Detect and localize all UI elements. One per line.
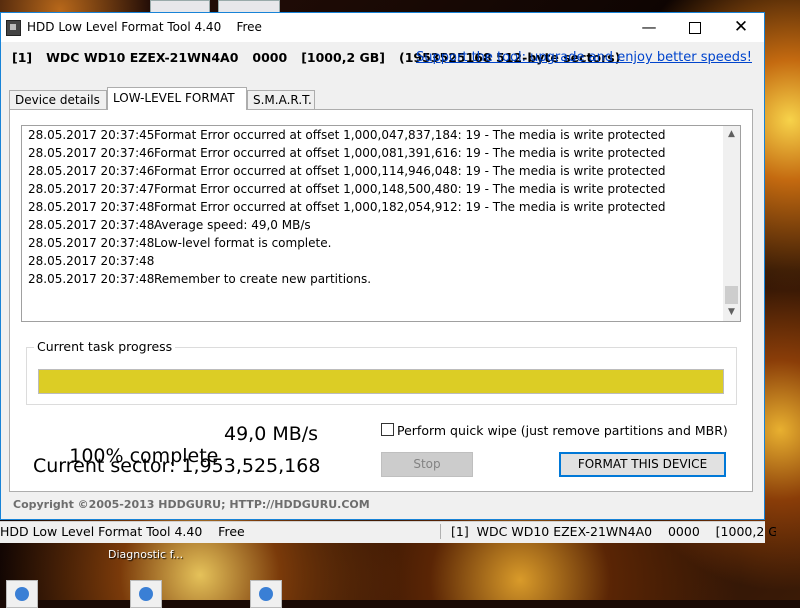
maximize-icon — [689, 22, 701, 34]
quick-wipe-label: Perform quick wipe (just remove partitio… — [397, 423, 728, 438]
log-message: Format Error occurred at offset 1,000,14… — [154, 182, 666, 196]
task-progress-bar — [38, 369, 724, 394]
log-message: Format Error occurred at offset 1,000,04… — [154, 128, 666, 142]
scroll-down-icon[interactable]: ▼ — [723, 304, 740, 321]
taskbar-app-title[interactable]: HDD Low Level Format Tool 4.40 Free — [0, 524, 245, 539]
scroll-thumb[interactable] — [725, 286, 738, 304]
close-button[interactable]: ✕ — [718, 13, 764, 42]
log-timestamp: 28.05.2017 20:37:46 — [28, 146, 155, 160]
upgrade-link[interactable]: Support the tool: upgrade and enjoy bett… — [416, 50, 752, 65]
log-entry: 28.05.2017 20:37:46Format Error occurred… — [22, 162, 740, 180]
log-entry: 28.05.2017 20:37:46Format Error occurred… — [22, 144, 740, 162]
desktop-file-icon[interactable] — [250, 580, 282, 608]
log-timestamp: 28.05.2017 20:37:48 — [28, 254, 155, 268]
log-rows: 28.05.2017 20:37:45Format Error occurred… — [22, 126, 740, 288]
copyright-text: Copyright ©2005-2013 HDDGURU; HTTP://HDD… — [13, 498, 370, 511]
maximize-button[interactable] — [672, 13, 718, 42]
log-list[interactable]: 28.05.2017 20:37:45Format Error occurred… — [21, 125, 741, 322]
log-timestamp: 28.05.2017 20:37:46 — [28, 164, 155, 178]
log-message: Average speed: 49,0 MB/s — [154, 218, 311, 232]
quick-wipe-option[interactable]: Perform quick wipe (just remove partitio… — [381, 423, 728, 438]
log-message: Low-level format is complete. — [154, 236, 332, 250]
log-message: Format Error occurred at offset 1,000,11… — [154, 164, 666, 178]
desktop-file-icon[interactable] — [6, 580, 38, 608]
current-sector: Current sector: 1,953,525,168 — [33, 455, 321, 477]
device-revision: 0000 — [252, 50, 288, 65]
tab-low-level-format[interactable]: LOW-LEVEL FORMAT — [107, 87, 247, 110]
log-timestamp: 28.05.2017 20:37:48 — [28, 236, 155, 250]
log-entry: 28.05.2017 20:37:47Format Error occurred… — [22, 180, 740, 198]
taskbar-device-info: [1] WDC WD10 EZEX-21WN4A0 0000 [1000,2 G — [440, 524, 776, 539]
log-timestamp: 28.05.2017 20:37:48 — [28, 272, 155, 286]
format-device-button[interactable]: FORMAT THIS DEVICE — [559, 452, 726, 477]
log-entry: 28.05.2017 20:37:45Format Error occurred… — [22, 126, 740, 144]
log-entry: 28.05.2017 20:37:48Remember to create ne… — [22, 270, 740, 288]
device-size: [1000,2 GB] — [301, 50, 385, 65]
device-model: WDC WD10 EZEX-21WN4A0 — [46, 50, 239, 65]
title-bar[interactable]: HDD Low Level Format Tool 4.40 Free — ✕ — [1, 13, 764, 42]
task-progress-fill — [39, 370, 723, 393]
log-entry: 28.05.2017 20:37:48Format Error occurred… — [22, 198, 740, 216]
log-entry: 28.05.2017 20:37:48Average speed: 49,0 M… — [22, 216, 740, 234]
tab-smart[interactable]: S.M.A.R.T. — [247, 90, 315, 109]
log-message: Format Error occurred at offset 1,000,18… — [154, 200, 666, 214]
log-timestamp: 28.05.2017 20:37:48 — [28, 200, 155, 214]
format-speed: 49,0 MB/s — [224, 423, 319, 445]
log-scrollbar[interactable]: ▲ ▼ — [723, 126, 740, 321]
log-timestamp: 28.05.2017 20:37:45 — [28, 128, 155, 142]
desktop-icon-label: Diagnostic f... — [108, 548, 184, 561]
log-timestamp: 28.05.2017 20:37:48 — [28, 218, 155, 232]
window-title: HDD Low Level Format Tool 4.40 Free — [27, 20, 262, 34]
taskbar-strip: HDD Low Level Format Tool 4.40 Free [1] … — [0, 521, 776, 543]
task-progress-group: Current task progress — [26, 339, 737, 405]
scroll-up-icon[interactable]: ▲ — [723, 126, 740, 143]
desktop-file-icon[interactable] — [130, 580, 162, 608]
log-entry: 28.05.2017 20:37:48 — [22, 252, 740, 270]
low-level-format-panel: 28.05.2017 20:37:45Format Error occurred… — [9, 109, 753, 492]
device-index: [1] — [12, 50, 33, 65]
stop-button[interactable]: Stop — [381, 452, 473, 477]
log-entry: 28.05.2017 20:37:48Low-level format is c… — [22, 234, 740, 252]
log-message: Format Error occurred at offset 1,000,08… — [154, 146, 666, 160]
log-message: Remember to create new partitions. — [154, 272, 372, 286]
minimize-button[interactable]: — — [626, 13, 672, 42]
app-drive-icon[interactable] — [6, 20, 21, 36]
quick-wipe-checkbox[interactable] — [381, 423, 394, 436]
tab-device-details[interactable]: Device details — [9, 90, 107, 109]
task-progress-label: Current task progress — [34, 339, 176, 354]
log-timestamp: 28.05.2017 20:37:47 — [28, 182, 155, 196]
app-window: HDD Low Level Format Tool 4.40 Free — ✕ … — [0, 12, 765, 520]
